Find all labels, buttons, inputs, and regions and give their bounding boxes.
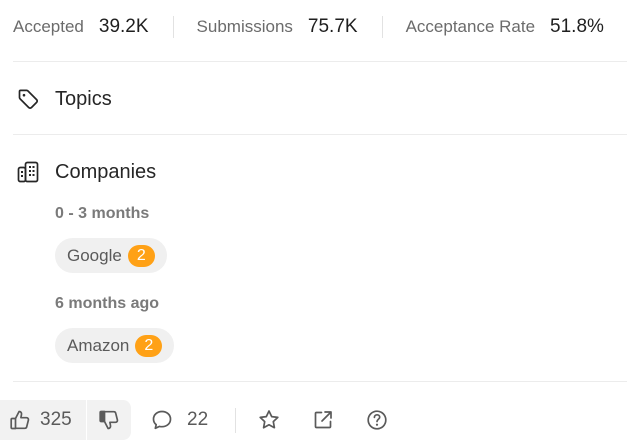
acceptance-rate-value: 51.8% xyxy=(550,16,604,37)
comments-button[interactable]: 22 xyxy=(150,400,208,440)
thumbs-up-icon xyxy=(10,410,30,430)
company-tag-count-badge: 2 xyxy=(135,334,163,357)
upvote-button[interactable]: 325 xyxy=(0,400,86,440)
acceptance-rate-label: Acceptance Rate xyxy=(405,17,536,36)
stat-submissions: Submissions 75.7K xyxy=(197,16,358,38)
downvote-button[interactable] xyxy=(87,400,131,440)
stats-divider xyxy=(172,16,174,38)
submissions-value: 75.7K xyxy=(307,16,358,37)
section-divider xyxy=(13,381,627,382)
vote-group: 325 xyxy=(0,400,131,440)
stat-accepted: Accepted 39.2K xyxy=(13,16,149,38)
company-period-label: 0 - 3 months xyxy=(55,205,150,222)
accepted-value: 39.2K xyxy=(98,16,149,37)
company-tag-name: Google xyxy=(67,245,122,265)
stat-acceptance-rate: Acceptance Rate 51.8% xyxy=(406,16,604,38)
building-icon xyxy=(17,161,39,183)
topics-section-header[interactable]: Topics xyxy=(16,87,112,111)
topics-title: Topics xyxy=(55,87,112,110)
companies-title: Companies xyxy=(55,160,157,183)
stats-row: Accepted 39.2K Submissions 75.7K Accepta… xyxy=(13,14,604,40)
company-period-label: 6 months ago xyxy=(55,295,160,312)
submissions-label: Submissions xyxy=(196,17,293,36)
section-divider xyxy=(13,134,627,135)
company-tag-google[interactable]: Google 2 xyxy=(55,238,167,273)
help-icon[interactable] xyxy=(365,408,389,432)
upvote-count: 325 xyxy=(40,409,72,430)
company-tag-amazon[interactable]: Amazon 2 xyxy=(55,328,175,363)
star-icon[interactable] xyxy=(257,408,281,432)
tag-icon xyxy=(18,89,39,109)
share-icon[interactable] xyxy=(311,408,335,432)
companies-section-header[interactable]: Companies xyxy=(16,160,156,184)
company-tag-count-badge: 2 xyxy=(127,244,155,267)
thumbs-down-icon xyxy=(99,410,119,430)
action-bar-divider xyxy=(235,408,236,433)
comment-count: 22 xyxy=(187,409,209,430)
stats-divider xyxy=(381,16,383,38)
comment-icon xyxy=(152,410,172,430)
company-tag-name: Amazon xyxy=(67,335,130,355)
accepted-label: Accepted xyxy=(13,17,84,36)
problem-info-panel: Accepted 39.2K Submissions 75.7K Accepta… xyxy=(0,0,627,444)
section-divider xyxy=(13,61,627,62)
